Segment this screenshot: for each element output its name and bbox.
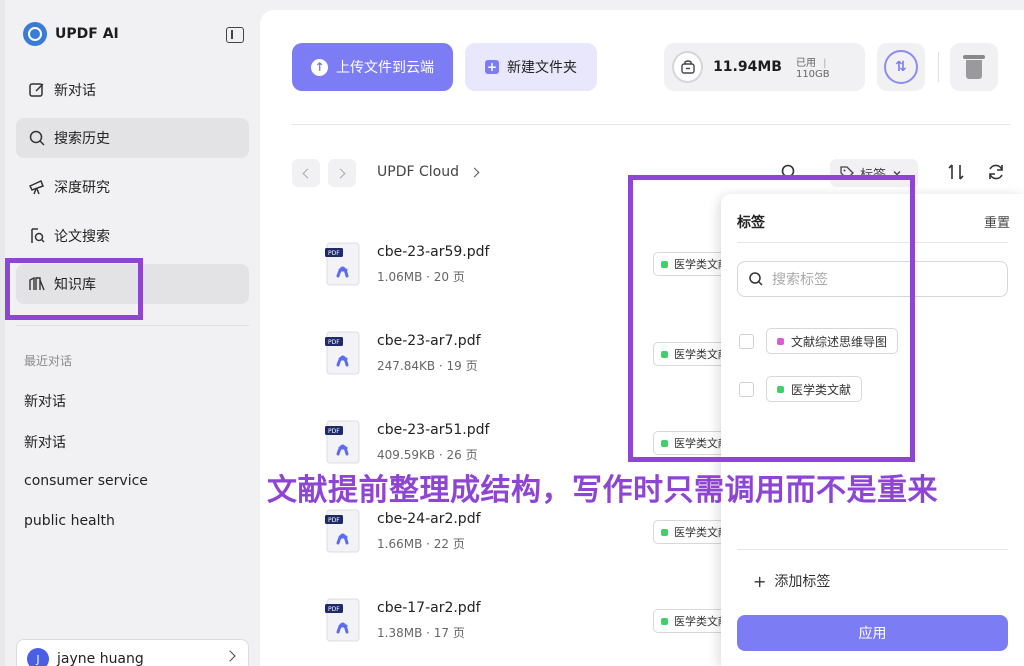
- chevron-right-icon: [224, 650, 236, 662]
- highlight-box-knowledge-base: [5, 258, 143, 320]
- recent-chats-title: 最近对话: [24, 354, 73, 368]
- pdf-file-icon: PDF: [325, 598, 360, 642]
- storage-total: 110GB: [795, 69, 830, 80]
- storage-used: 11.94MB: [713, 59, 782, 75]
- storage-separator: |: [823, 58, 827, 69]
- new-chat-icon: [28, 81, 46, 99]
- pdf-file-icon: PDF: [325, 331, 360, 375]
- recent-chat-item[interactable]: public health: [24, 513, 115, 529]
- new-folder-button[interactable]: + 新建文件夹: [465, 43, 597, 91]
- plus-icon: +: [485, 60, 499, 74]
- file-meta: 1.38MB · 17 页: [377, 626, 465, 640]
- avatar: J: [27, 648, 49, 666]
- plus-icon: +: [753, 571, 767, 591]
- chevron-right-icon: [469, 167, 480, 177]
- svg-text:PDF: PDF: [328, 339, 340, 346]
- updf-logo-icon: [23, 22, 47, 46]
- chevron-left-icon: [302, 168, 313, 178]
- sidebar: UPDF AI 新对话 搜索历史 深度研究 论文搜索 知识库 最近对话 新对话 …: [5, 0, 260, 666]
- user-menu[interactable]: J jayne huang: [16, 639, 249, 666]
- file-name: cbe-23-ar7.pdf: [377, 333, 481, 349]
- file-meta: 1.66MB · 22 页: [377, 537, 465, 551]
- collapse-sidebar-icon[interactable]: [226, 27, 244, 43]
- reset-button[interactable]: 重置: [984, 212, 1010, 231]
- telescope-icon: [28, 178, 46, 196]
- sidebar-item-label: 新对话: [54, 83, 96, 99]
- sidebar-item-search-history[interactable]: 搜索历史: [16, 118, 249, 158]
- user-name: jayne huang: [57, 651, 144, 666]
- apply-button[interactable]: 应用: [737, 615, 1008, 651]
- refresh-icon[interactable]: [986, 162, 1006, 182]
- svg-text:PDF: PDF: [328, 250, 340, 257]
- pdf-file-icon: PDF: [325, 242, 360, 286]
- sidebar-item-label: 深度研究: [54, 180, 110, 196]
- toolbar-divider: [938, 52, 939, 82]
- back-button[interactable]: [292, 159, 320, 187]
- pdf-file-icon: PDF: [325, 509, 360, 553]
- storage-used-label: 已用: [795, 58, 816, 69]
- breadcrumb: UPDF Cloud: [377, 164, 480, 180]
- tag-color-dot: [661, 617, 668, 625]
- trash-icon: [963, 55, 985, 79]
- file-meta: 409.59KB · 26 页: [377, 448, 478, 462]
- upload-label: 上传文件到云端: [336, 60, 434, 76]
- recent-chat-item[interactable]: 新对话: [24, 391, 66, 411]
- file-name: cbe-24-ar2.pdf: [377, 511, 481, 527]
- app-name: UPDF AI: [55, 26, 119, 42]
- file-meta: 247.84KB · 19 页: [377, 359, 478, 373]
- sidebar-divider: [16, 325, 249, 326]
- highlight-box-tags: [628, 175, 915, 462]
- forward-button[interactable]: [328, 159, 356, 187]
- svg-text:PDF: PDF: [328, 428, 340, 435]
- storage-usage[interactable]: 11.94MB 已用 | 110GB: [664, 43, 865, 91]
- upload-to-cloud-button[interactable]: ↑ 上传文件到云端: [292, 43, 453, 91]
- storage-icon: [672, 51, 704, 83]
- new-folder-label: 新建文件夹: [507, 60, 577, 76]
- pdf-file-icon: PDF: [325, 420, 360, 464]
- file-meta: 1.06MB · 20 页: [377, 270, 465, 284]
- sidebar-item-new-chat[interactable]: 新对话: [16, 70, 249, 110]
- sort-icon[interactable]: [946, 162, 966, 182]
- tag-panel-divider: [737, 549, 1008, 550]
- overlay-caption: 文献提前整理成结构，写作时只需调用而不是重来: [267, 473, 938, 508]
- breadcrumb-root[interactable]: UPDF Cloud: [377, 164, 459, 180]
- svg-text:PDF: PDF: [328, 606, 340, 613]
- recent-chat-item[interactable]: consumer service: [24, 473, 148, 489]
- svg-text:PDF: PDF: [328, 517, 340, 524]
- chevron-right-icon: [335, 168, 346, 178]
- sync-icon: ⇅: [884, 50, 918, 84]
- sidebar-item-label: 论文搜索: [54, 229, 110, 245]
- sync-button[interactable]: ⇅: [877, 43, 925, 91]
- add-tag-label: 添加标签: [774, 574, 831, 590]
- file-name: cbe-17-ar2.pdf: [377, 600, 481, 616]
- paper-search-icon: [28, 227, 46, 245]
- file-name: cbe-23-ar51.pdf: [377, 422, 490, 438]
- trash-button[interactable]: [950, 43, 998, 91]
- upload-icon: ↑: [311, 58, 328, 76]
- sidebar-item-deep-research[interactable]: 深度研究: [16, 167, 249, 207]
- sidebar-item-label: 搜索历史: [54, 131, 110, 147]
- file-name: cbe-23-ar59.pdf: [377, 244, 490, 260]
- add-tag-button[interactable]: + 添加标签: [753, 571, 830, 591]
- recent-chat-item[interactable]: 新对话: [24, 432, 66, 452]
- brand: UPDF AI: [23, 22, 119, 46]
- storage-meta: 已用 | 110GB: [796, 54, 865, 80]
- search-icon: [28, 129, 46, 147]
- tag-color-dot: [661, 528, 668, 536]
- toolbar-separator: [292, 124, 1010, 125]
- sidebar-item-paper-search[interactable]: 论文搜索: [16, 216, 249, 256]
